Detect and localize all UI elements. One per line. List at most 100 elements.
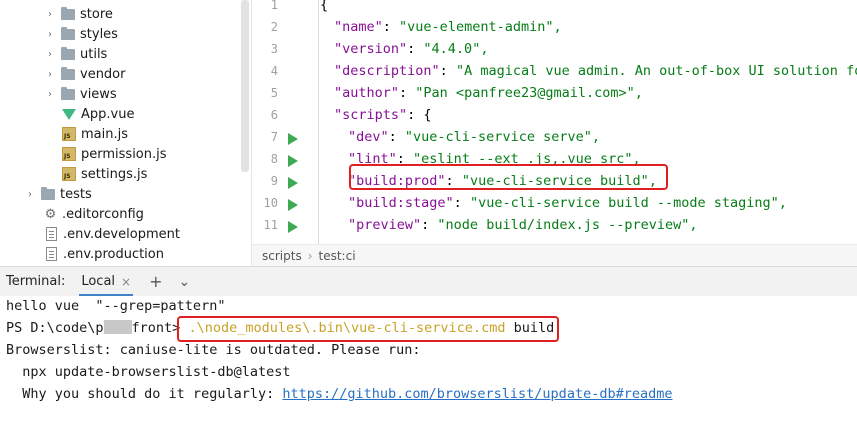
line-number: 8 bbox=[270, 152, 278, 166]
gear-icon: ⚙ bbox=[44, 206, 57, 222]
chevron-right-icon[interactable]: › bbox=[44, 9, 56, 20]
breadcrumb-item-scripts[interactable]: scripts bbox=[262, 249, 302, 263]
run-script-icon[interactable] bbox=[288, 133, 298, 145]
tree-item-label: main.js bbox=[81, 126, 128, 142]
tree-item[interactable]: .env.production bbox=[44, 244, 164, 264]
tree-scrollbar[interactable] bbox=[241, 0, 249, 172]
add-terminal-icon[interactable]: + bbox=[149, 272, 162, 291]
folder-icon bbox=[61, 46, 75, 60]
tree-item-label: views bbox=[80, 86, 117, 102]
json-key: "author" bbox=[334, 85, 400, 101]
line-number: 9 bbox=[270, 174, 278, 188]
json-colon: : bbox=[407, 107, 424, 123]
terminal-output[interactable]: hello vue "--grep=pattern" PS D:\code\p f… bbox=[0, 296, 857, 434]
tree-item[interactable]: App.vue bbox=[62, 104, 134, 124]
terminal-text: Why you should do it regularly: bbox=[6, 386, 283, 402]
json-colon: : bbox=[421, 217, 438, 233]
run-script-icon[interactable] bbox=[288, 221, 298, 233]
code-line: "dev": "vue-cli-service serve", bbox=[348, 129, 600, 145]
tree-item[interactable]: settings.js bbox=[62, 164, 147, 184]
tree-item-label: utils bbox=[80, 46, 108, 62]
code-editor[interactable]: 1 2 3 4 5 6 7 8 9 10 11 {"name": "vue-element-admi… bbox=[252, 0, 857, 266]
tree-item[interactable]: ⚙ .editorconfig bbox=[44, 204, 144, 224]
file-icon bbox=[46, 247, 57, 261]
breadcrumb-separator: › bbox=[307, 248, 313, 263]
tab-local[interactable]: Local × bbox=[79, 267, 133, 297]
update-db-link[interactable]: https://github.com/browserslist/update-d… bbox=[282, 386, 672, 402]
chevron-down-icon[interactable]: ⌄ bbox=[179, 274, 191, 290]
tree-item-label: permission.js bbox=[81, 146, 167, 162]
breadcrumb-item-test-ci[interactable]: test:ci bbox=[319, 249, 356, 263]
tree-item[interactable]: › store bbox=[44, 4, 113, 24]
tree-item[interactable]: › tests bbox=[24, 184, 92, 204]
json-value: { bbox=[320, 0, 329, 13]
folder-icon bbox=[61, 6, 75, 20]
js-file-icon bbox=[62, 127, 76, 141]
json-value: "vue-cli-service serve", bbox=[404, 129, 600, 145]
redacted-text bbox=[103, 320, 132, 334]
tree-item-label: store bbox=[80, 6, 113, 22]
json-value: "node build/index.js --preview", bbox=[437, 217, 698, 233]
chevron-right-icon[interactable]: › bbox=[44, 29, 56, 40]
folder-icon bbox=[61, 66, 75, 80]
json-colon: : bbox=[407, 41, 424, 57]
fold-guide bbox=[318, 0, 319, 244]
json-colon: : bbox=[439, 63, 456, 79]
prompt-suffix: front> bbox=[131, 320, 181, 336]
js-file-icon bbox=[62, 167, 76, 181]
json-key: "name" bbox=[334, 19, 383, 35]
close-tab-icon[interactable]: × bbox=[121, 275, 131, 289]
tree-item[interactable]: › styles bbox=[44, 24, 118, 44]
json-value: { bbox=[423, 107, 432, 123]
tree-item[interactable]: permission.js bbox=[62, 144, 167, 164]
folder-icon bbox=[41, 186, 55, 200]
terminal-line: npx update-browserslist-db@latest bbox=[6, 364, 291, 380]
tree-item-label: App.vue bbox=[81, 106, 135, 122]
tree-item[interactable]: › views bbox=[44, 84, 117, 104]
tree-item-label: tests bbox=[60, 186, 92, 202]
json-key: "build:stage" bbox=[348, 195, 454, 211]
tree-item[interactable]: main.js bbox=[62, 124, 128, 144]
terminal-line: Browserslist: caniuse-lite is outdated. … bbox=[6, 342, 421, 358]
line-number: 4 bbox=[270, 64, 278, 78]
tree-item-label: styles bbox=[80, 26, 118, 42]
highlight-box-build-prod bbox=[349, 164, 668, 190]
chevron-right-icon[interactable]: › bbox=[44, 69, 56, 80]
json-value: "Pan <panfree23@gmail.com>", bbox=[415, 85, 643, 101]
chevron-right-icon[interactable]: › bbox=[44, 49, 56, 60]
line-number: 10 bbox=[263, 196, 278, 210]
tree-item[interactable]: › vendor bbox=[44, 64, 125, 84]
json-colon: : bbox=[388, 129, 405, 145]
chevron-right-icon[interactable]: › bbox=[24, 189, 36, 200]
code-line: "preview": "node build/index.js --previe… bbox=[348, 217, 698, 233]
tree-item[interactable]: › utils bbox=[44, 44, 107, 64]
terminal-line: Why you should do it regularly: https://… bbox=[6, 386, 672, 402]
chevron-right-icon[interactable]: › bbox=[44, 89, 56, 100]
json-key: "dev" bbox=[348, 129, 389, 145]
highlight-box-command bbox=[177, 316, 559, 342]
tree-item-label: settings.js bbox=[81, 166, 148, 182]
vue-icon bbox=[62, 108, 76, 120]
tab-local-label: Local bbox=[81, 274, 116, 289]
json-key: "preview" bbox=[348, 217, 422, 233]
json-colon: : bbox=[453, 195, 470, 211]
run-script-icon[interactable] bbox=[288, 177, 298, 189]
code-line: "build:stage": "vue-cli-service build --… bbox=[348, 195, 787, 211]
run-script-icon[interactable] bbox=[288, 199, 298, 211]
tree-item[interactable]: .env.development bbox=[44, 224, 180, 244]
editor-gutter: 1 2 3 4 5 6 7 8 9 10 11 bbox=[252, 0, 310, 244]
json-key: "description" bbox=[334, 63, 440, 79]
line-number: 2 bbox=[270, 20, 278, 34]
run-script-icon[interactable] bbox=[288, 155, 298, 167]
folder-icon bbox=[61, 86, 75, 100]
line-number: 3 bbox=[270, 42, 278, 56]
line-number: 7 bbox=[270, 130, 278, 144]
code-line: "description": "A magical vue admin. An … bbox=[334, 63, 857, 79]
json-key: "scripts" bbox=[334, 107, 408, 123]
code-line: "scripts": { bbox=[334, 107, 432, 123]
tree-item-label: vendor bbox=[80, 66, 126, 82]
line-number: 5 bbox=[270, 86, 278, 100]
prompt-prefix: PS D:\code\p bbox=[6, 320, 104, 336]
tree-item-label: .editorconfig bbox=[62, 206, 144, 222]
json-colon: : bbox=[399, 85, 416, 101]
